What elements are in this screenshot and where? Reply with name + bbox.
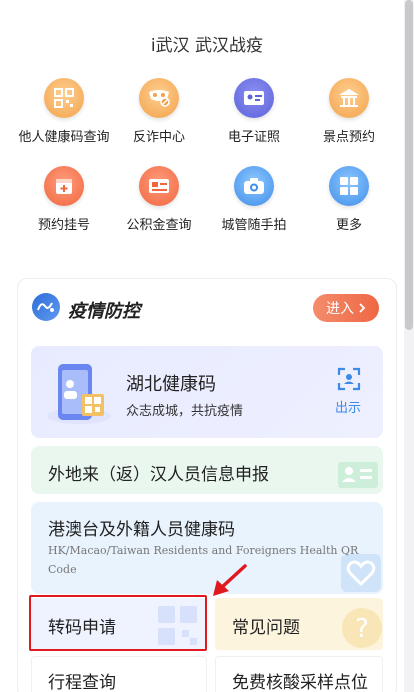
service-label: 景点预约 [322,130,375,145]
service-label: 他人健康码查询 [18,130,110,145]
service-city-photo[interactable]: 城管随手拍 [206,166,302,233]
service-housing-fund[interactable]: 公积金查询 [111,166,207,233]
phone-health-code-icon [47,364,111,424]
health-code-title: 湖北健康码 [126,374,216,395]
health-code-subtitle: 众志成城，共抗疫情 [126,404,244,419]
anti-fraud-mask-icon [139,78,179,118]
camera-icon [234,166,274,206]
foreigner-code-title: 港澳台及外籍人员健康码 [48,520,235,540]
enter-button[interactable]: 进入 [313,294,379,322]
faq-label: 常见问题 [232,618,300,638]
service-scenic-booking[interactable]: 景点预约 [301,78,397,145]
show-code-button[interactable]: 出示 [335,397,361,416]
report-info-label: 外地来（返）汉人员信息申报 [48,465,269,485]
grid-more-icon [329,166,369,206]
question-watermark-icon: ? [342,608,382,648]
app-title: i武汉 武汉战疫 [150,36,264,56]
pavilion-icon [329,78,369,118]
scrollbar[interactable] [405,0,413,330]
svg-text:?: ? [355,614,369,644]
chevron-right-icon [359,303,366,313]
qr-code-icon [44,78,84,118]
id-card-icon [234,78,274,118]
contact-card-icon [338,462,378,488]
annotation-arrow-icon [213,564,247,596]
annotation-highlight-box [29,595,207,651]
wuhan-logo-icon [32,293,60,321]
service-label: 电子证照 [227,130,280,145]
nucleic-test-label: 免费核酸采样点位 [232,673,368,692]
service-more[interactable]: 更多 [301,166,397,233]
service-label: 反诈中心 [132,130,185,145]
service-health-code-query[interactable]: 他人健康码查询 [16,78,112,145]
hospital-calendar-icon [44,166,84,206]
app-panel: i武汉 武汉战疫 他人健康码查询 反诈中心 电子证照 景点预约 预约挂号 公积金… [0,0,404,692]
fund-card-icon [139,166,179,206]
enter-label: 进入 [326,301,354,317]
service-label: 预约挂号 [37,218,90,233]
scan-icon[interactable] [337,367,361,391]
service-anti-fraud[interactable]: 反诈中心 [111,78,207,145]
service-e-license[interactable]: 电子证照 [206,78,302,145]
itinerary-label: 行程查询 [48,673,116,692]
service-label: 更多 [335,218,362,233]
service-label: 公积金查询 [126,218,192,233]
service-hospital-registration[interactable]: 预约挂号 [16,166,112,233]
epidemic-title: 疫情防控 [68,301,140,322]
service-label: 城管随手拍 [221,218,287,233]
